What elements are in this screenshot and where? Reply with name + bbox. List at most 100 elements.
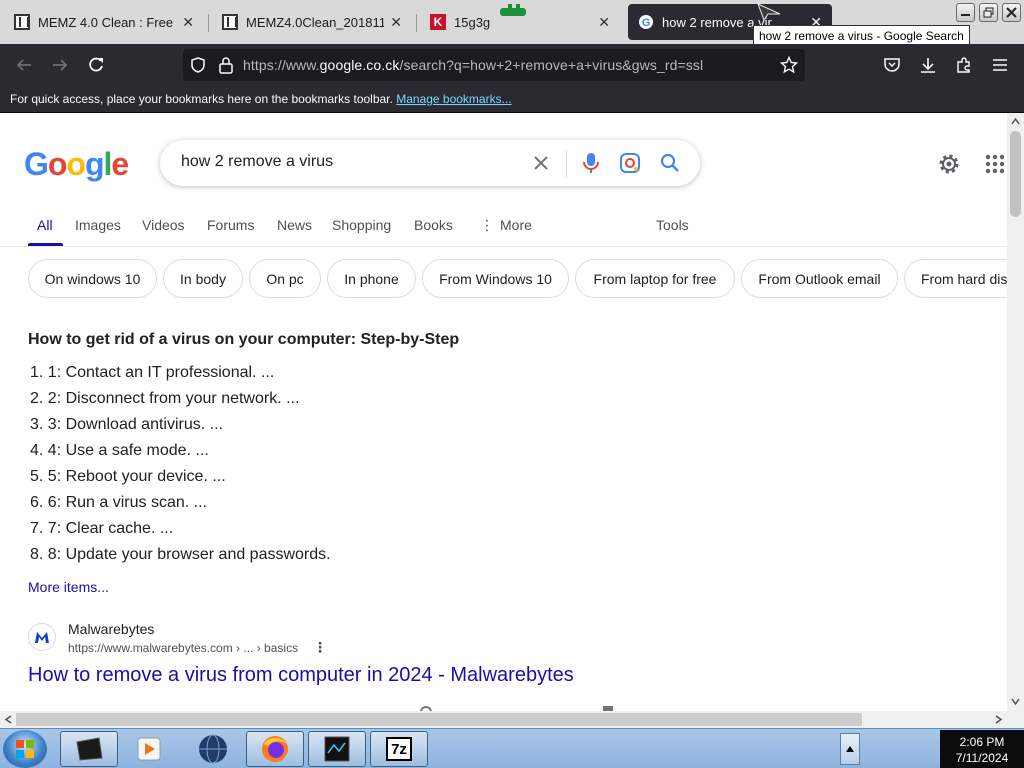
- close-tab-icon[interactable]: ✕: [598, 14, 610, 31]
- restore-window-button[interactable]: [979, 3, 998, 22]
- scroll-right-arrow-icon[interactable]: [995, 715, 1003, 724]
- featured-snippet-title: How to get rid of a virus on your comput…: [28, 331, 460, 348]
- scroll-down-arrow-icon[interactable]: [1011, 698, 1020, 706]
- refine-chip[interactable]: In phone: [327, 259, 416, 298]
- search-box[interactable]: how 2 remove a virus: [160, 140, 700, 186]
- media-player-icon: [137, 737, 161, 761]
- horizontal-scroll-thumb[interactable]: [16, 713, 862, 726]
- taskbar-app-system-monitor[interactable]: [308, 731, 366, 767]
- shield-icon[interactable]: [189, 56, 207, 74]
- vertical-scroll-thumb[interactable]: [1010, 131, 1021, 217]
- tab-tools[interactable]: Tools: [656, 217, 689, 233]
- star-bookmark-icon[interactable]: [780, 56, 798, 74]
- more-items-link[interactable]: More items...: [28, 579, 109, 595]
- back-button[interactable]: [11, 53, 37, 77]
- clock-date: 7/11/2024: [955, 751, 1009, 765]
- clipped-result-row: [420, 702, 614, 711]
- result-options-kebab-icon[interactable]: ⋮: [313, 639, 327, 656]
- navigation-toolbar: https://www.google.co.ck/search?q=how+2+…: [0, 44, 1024, 86]
- refine-chip[interactable]: From Outlook email: [741, 259, 898, 298]
- scroll-up-arrow-icon[interactable]: [1011, 117, 1020, 125]
- system-clock[interactable]: 2:06 PM 7/11/2024: [940, 730, 1024, 768]
- address-bar[interactable]: https://www.google.co.ck/search?q=how+2+…: [183, 49, 805, 81]
- firefox-icon: [262, 736, 288, 762]
- horizontal-scrollbar[interactable]: [0, 711, 1024, 728]
- app-menu-button[interactable]: [987, 53, 1013, 77]
- lock-icon[interactable]: [218, 56, 234, 74]
- featured-snippet-steps: 1. 1: Contact an IT professional. ... 2.…: [30, 363, 331, 571]
- refine-chip[interactable]: On windows 10: [28, 259, 157, 298]
- tab-title: MEMZ 4.0 Clean : Free Dow: [38, 14, 176, 30]
- google-results-page: Google how 2 remove a virus All Images V…: [0, 113, 1007, 711]
- list-item: 2. 2: Disconnect from your network. ...: [30, 390, 300, 407]
- result-site-name[interactable]: Malwarebytes: [68, 621, 154, 637]
- close-tab-icon[interactable]: ✕: [182, 14, 194, 31]
- refine-chip[interactable]: In body: [163, 259, 243, 298]
- malwarebytes-favicon-icon[interactable]: [28, 623, 56, 651]
- tab-more[interactable]: ⋮ More: [480, 217, 532, 234]
- settings-gear-icon[interactable]: [937, 152, 961, 176]
- close-tab-icon[interactable]: ✕: [390, 14, 402, 31]
- browser-tab-memz-clean[interactable]: MEMZ4.0Clean_20181103 di ✕: [212, 4, 412, 40]
- list-item: 5. 5: Reboot your device. ...: [30, 468, 226, 485]
- back-arrow-icon: [16, 59, 31, 71]
- forward-button[interactable]: [47, 53, 73, 77]
- minimize-window-button[interactable]: [956, 3, 975, 22]
- downloads-button[interactable]: [915, 53, 941, 77]
- taskbar-app-terminal[interactable]: [60, 731, 118, 767]
- pocket-icon: [884, 58, 900, 72]
- refine-chip[interactable]: From hard dis: [904, 259, 1007, 298]
- browser-tab-memz-download[interactable]: MEMZ 4.0 Clean : Free Dow ✕: [4, 4, 204, 40]
- show-hidden-icons-button[interactable]: [840, 733, 860, 765]
- hamburger-menu-icon: [993, 59, 1007, 71]
- chevron-up-icon: [846, 746, 854, 752]
- lens-camera-icon[interactable]: [618, 151, 642, 175]
- result-site-url[interactable]: https://www.malwarebytes.com › ... › bas…: [68, 641, 298, 655]
- search-input[interactable]: how 2 remove a virus: [181, 153, 333, 171]
- list-item: 1. 1: Contact an IT professional. ...: [30, 364, 275, 381]
- vertical-scrollbar[interactable]: [1007, 113, 1024, 711]
- tab-separator: [416, 14, 417, 32]
- pocket-button[interactable]: [879, 53, 905, 77]
- puzzle-extensions-icon: [957, 57, 970, 73]
- green-overlay-icon: [500, 4, 526, 16]
- tab-forums[interactable]: Forums: [207, 217, 254, 233]
- tab-videos[interactable]: Videos: [142, 217, 185, 233]
- google-apps-grid-icon[interactable]: [985, 154, 1005, 174]
- microphone-icon[interactable]: [579, 151, 603, 175]
- close-window-button[interactable]: [1002, 3, 1021, 22]
- manage-bookmarks-link[interactable]: Manage bookmarks...: [396, 92, 511, 106]
- search-icon[interactable]: [658, 151, 682, 175]
- globe-icon: [199, 734, 227, 764]
- result-title-link[interactable]: How to remove a virus from computer in 2…: [28, 664, 574, 687]
- red-k-icon: K: [430, 14, 446, 30]
- list-item: 7. 7: Clear cache. ...: [30, 520, 174, 537]
- refine-chip[interactable]: From laptop for free: [575, 259, 735, 298]
- tab-shopping[interactable]: Shopping: [332, 217, 391, 233]
- url-text[interactable]: https://www.google.co.ck/search?q=how+2+…: [243, 57, 703, 73]
- url-prefix: https://www.: [243, 57, 320, 73]
- start-button[interactable]: [3, 730, 47, 768]
- tab-images[interactable]: Images: [75, 217, 121, 233]
- taskbar-app-7zip[interactable]: 7z: [370, 731, 428, 767]
- google-logo[interactable]: Google: [24, 146, 129, 183]
- search-divider: [566, 151, 567, 177]
- extensions-button[interactable]: [951, 53, 977, 77]
- clear-search-icon[interactable]: [529, 151, 553, 175]
- tab-books[interactable]: Books: [414, 217, 453, 233]
- reload-button[interactable]: [83, 53, 109, 77]
- tab-all[interactable]: All: [37, 217, 53, 233]
- taskbar-app-media-player[interactable]: [120, 731, 178, 767]
- list-item: 3. 3: Download antivirus. ...: [30, 416, 223, 433]
- more-vertical-dots-icon: ⋮: [480, 217, 494, 233]
- taskbar-app-globe[interactable]: [184, 731, 242, 767]
- scroll-left-arrow-icon[interactable]: [4, 715, 12, 724]
- refine-chip[interactable]: From Windows 10: [422, 259, 569, 298]
- tab-news[interactable]: News: [277, 217, 312, 233]
- list-item: 6. 6: Run a virus scan. ...: [30, 494, 207, 511]
- tab-more-label: More: [500, 217, 532, 233]
- clock-time: 2:06 PM: [959, 735, 1005, 749]
- refine-chip[interactable]: On pc: [249, 259, 321, 298]
- taskbar-app-firefox[interactable]: [246, 731, 304, 767]
- file-icon: [14, 14, 30, 30]
